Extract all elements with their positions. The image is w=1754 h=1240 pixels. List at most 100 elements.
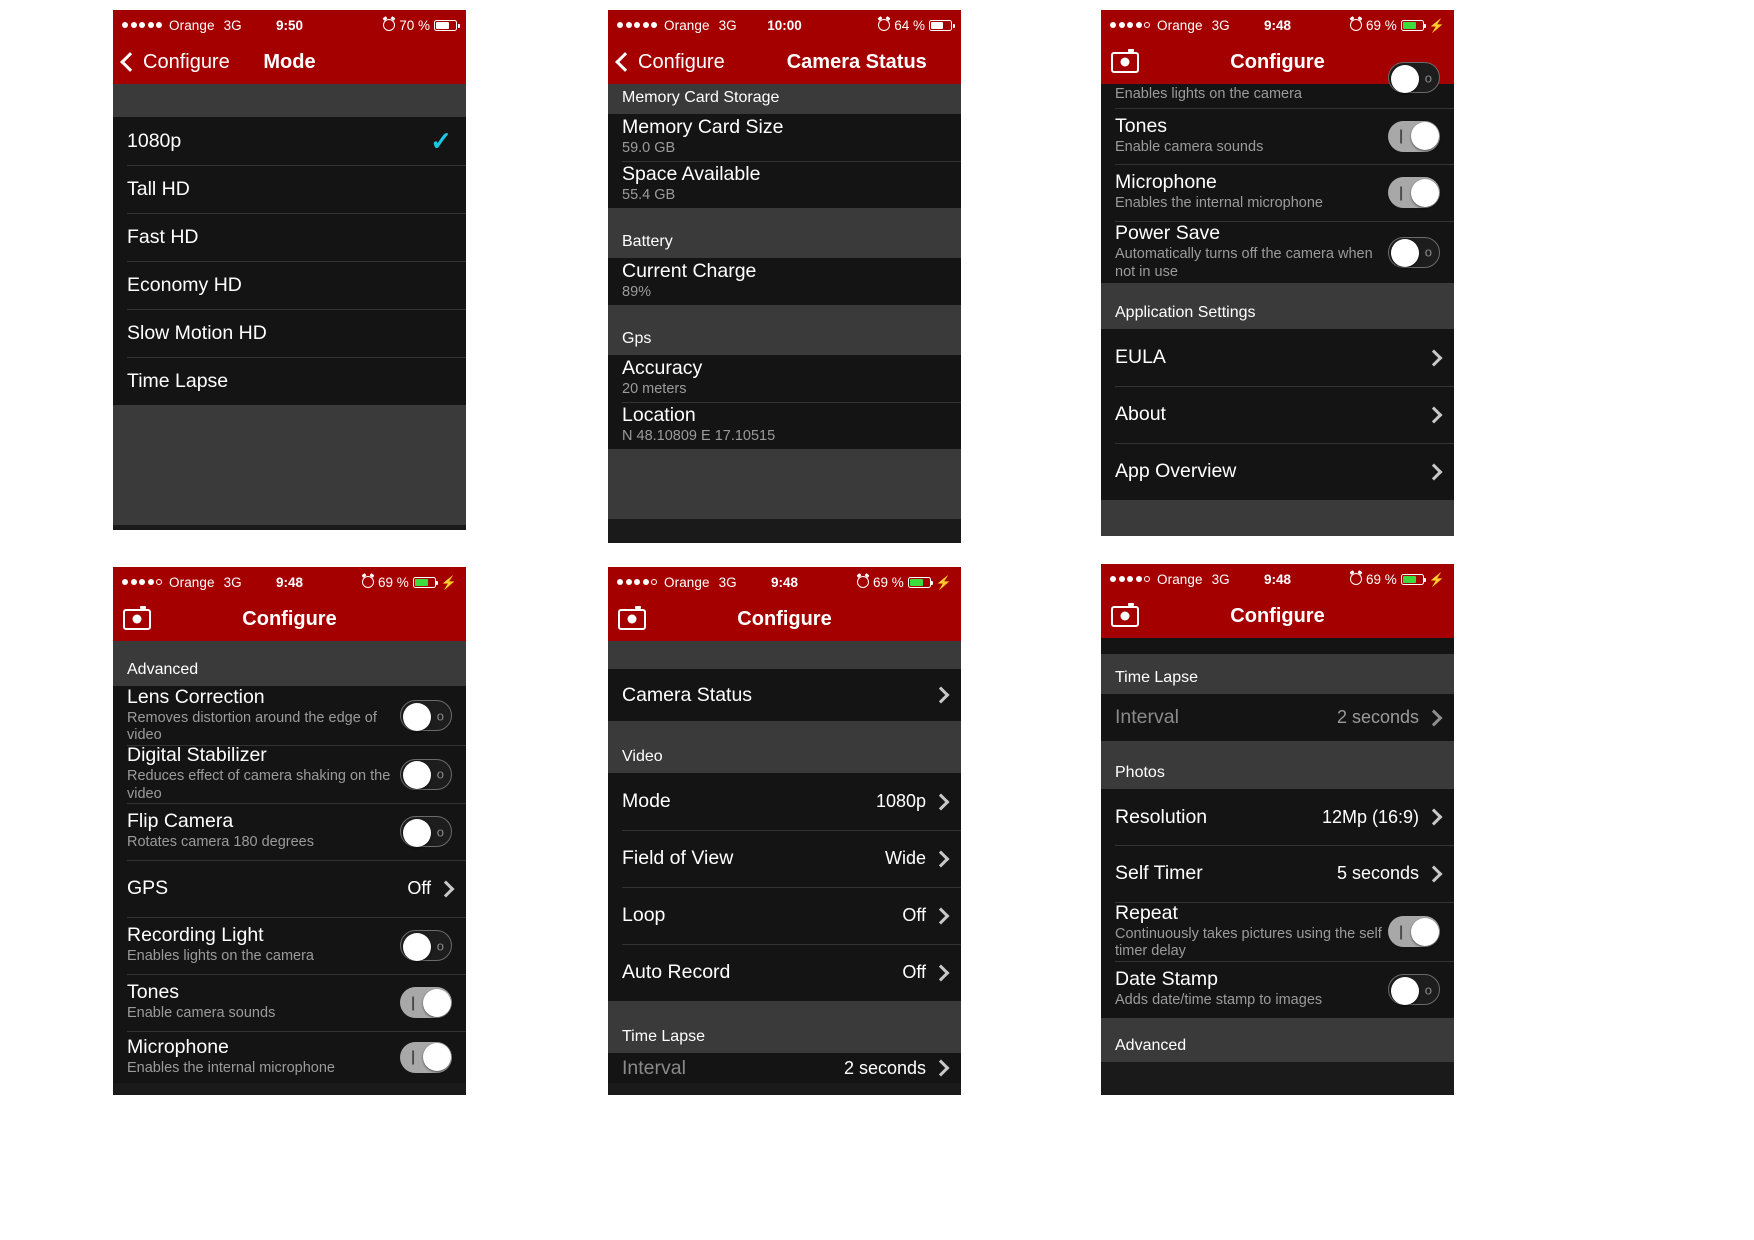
list-item[interactable]: Auto Record Off [608, 944, 961, 1001]
setting-title: Interval [1115, 706, 1179, 728]
list-top-gap [1101, 638, 1454, 654]
list-item[interactable]: Self Timer 5 seconds [1101, 845, 1454, 902]
toggle-recording-light[interactable]: o [1388, 62, 1440, 93]
chevron-right-icon [1425, 349, 1443, 366]
toggle-date-stamp[interactable]: o [1388, 974, 1440, 1005]
list-top-gap [113, 84, 466, 117]
back-button[interactable]: Configure [120, 51, 230, 74]
list-item[interactable]: Digital Stabilizer Reduces effect of cam… [113, 745, 466, 803]
setting-description: Enables the internal microphone [127, 1059, 335, 1076]
nav-title: Configure [1230, 604, 1325, 627]
list-item[interactable]: Microphone Enables the internal micropho… [1101, 164, 1454, 221]
camera-icon[interactable] [1111, 48, 1139, 73]
section-header-video: Video [608, 721, 961, 773]
section-header-time-lapse: Time Lapse [1101, 654, 1454, 694]
chevron-right-icon [932, 1059, 950, 1077]
toggle-flip-camera[interactable]: o [400, 816, 452, 847]
battery-icon [434, 19, 460, 31]
info-item: Space Available 55.4 GB [622, 164, 947, 204]
setting-description: Enables lights on the camera [127, 948, 314, 965]
setting-value: Off [902, 962, 926, 982]
list-item[interactable]: Resolution 12Mp (16:9) [1101, 789, 1454, 845]
list-item[interactable]: Camera Status [608, 669, 961, 721]
list-item[interactable]: Microphone Enables the internal micropho… [113, 1031, 466, 1083]
list-item[interactable]: Loop Off [608, 887, 961, 944]
list-item[interactable]: Tones Enable camera sounds | [1101, 108, 1454, 164]
list-item[interactable]: Time Lapse [113, 357, 466, 405]
chevron-right-icon [932, 793, 950, 810]
list-item[interactable]: Tall HD [113, 165, 466, 213]
list-item[interactable]: Economy HD [113, 261, 466, 309]
chevron-right-icon [437, 880, 455, 897]
back-button[interactable]: Configure [615, 51, 725, 74]
setting-description: Removes distortion around the edge of vi… [127, 709, 377, 744]
battery-icon [412, 576, 439, 588]
status-bar: Orange 3G 9:48 69 % ⚡ [113, 567, 466, 597]
status-bar-left: Orange 3G [1110, 572, 1230, 587]
status-bar: Orange 3G 10:00 64 % [608, 10, 961, 40]
chevron-right-icon [932, 686, 950, 704]
list-item[interactable]: Recording Light Enables lights on the ca… [113, 917, 466, 974]
setting-title: Resolution [1115, 805, 1208, 828]
camera-icon[interactable] [123, 605, 151, 630]
nav-bar: Configure [113, 597, 466, 641]
chevron-right-icon [1425, 865, 1443, 882]
toggle-repeat[interactable]: | [1388, 916, 1440, 947]
section-header-photos: Photos [1101, 741, 1454, 789]
list-item[interactable]: Repeat Continuously takes pictures using… [1101, 902, 1454, 961]
toggle-lens-correction[interactable]: o [400, 700, 452, 731]
list-item-disabled[interactable]: Interval 2 seconds [1101, 694, 1454, 741]
status-bar-right: 70 % [383, 18, 460, 33]
status-bar-left: Orange 3G [122, 18, 242, 33]
charging-bolt-icon: ⚡ [935, 574, 952, 590]
info-item: Accuracy 20 meters [622, 358, 947, 398]
setting-item: Tones Enable camera sounds [1115, 115, 1388, 156]
toggle-digital-stabilizer[interactable]: o [400, 758, 452, 790]
setting-description: Automatically turns off the camera when … [1115, 246, 1373, 280]
list-item[interactable]: Lens Correction Removes distortion aroun… [113, 686, 466, 745]
list-item[interactable]: Date Stamp Adds date/time stamp to image… [1101, 961, 1454, 1018]
section-header-application-settings: Application Settings [1101, 283, 1454, 329]
toggle-power-save[interactable]: o [1388, 236, 1440, 268]
list-item[interactable]: Flip Camera Rotates camera 180 degrees o [113, 803, 466, 860]
toggle-microphone[interactable]: | [1388, 177, 1440, 208]
link-label: About [1115, 403, 1166, 425]
camera-icon[interactable] [618, 605, 646, 630]
list-item-partial[interactable]: Enables lights on the camera o [1101, 62, 1454, 108]
setting-title: Flip Camera [127, 810, 234, 833]
setting-title: Digital Stabilizer [127, 744, 267, 767]
list-item[interactable]: Slow Motion HD [113, 309, 466, 357]
list-bottom-filler [608, 449, 961, 519]
list-top-gap [608, 641, 961, 669]
toggle-microphone[interactable]: | [400, 1041, 452, 1073]
setting-description: Enable camera sounds [127, 1005, 276, 1022]
camera-icon[interactable] [1111, 602, 1139, 627]
checkmark-icon: ✓ [430, 126, 452, 156]
toggle-tones[interactable]: | [1388, 120, 1440, 152]
list-item[interactable]: About [1101, 386, 1454, 443]
list-item[interactable]: Fast HD [113, 213, 466, 261]
list-item[interactable]: App Overview [1101, 443, 1454, 500]
carrier-label: Orange [1157, 17, 1203, 33]
list-item[interactable]: GPS Off [113, 860, 466, 917]
list-item[interactable]: EULA [1101, 329, 1454, 386]
list-item[interactable]: 1080p ✓ [113, 117, 466, 165]
list-item[interactable]: Mode 1080p [608, 773, 961, 830]
status-bar-right: 69 % ⚡ [1350, 18, 1445, 33]
panel-mode: Orange 3G 9:50 70 % Configure Mode 1080p… [113, 10, 466, 530]
list-item[interactable]: Power Save Automatically turns off the c… [1101, 221, 1454, 283]
list-item-cutoff[interactable]: Interval 2 seconds [608, 1053, 961, 1083]
toggle-tones[interactable]: | [400, 987, 452, 1018]
setting-title: Interval [622, 1056, 686, 1079]
setting-title: Power Save [1115, 222, 1221, 245]
list-body: Enables lights on the camera o Tones Ena… [1101, 62, 1454, 536]
list-body: Advanced Lens Correction Removes distort… [113, 641, 466, 1083]
carrier-label: Orange [169, 17, 215, 33]
battery-icon [929, 19, 955, 31]
info-value: N 48.10809 E 17.10515 [622, 428, 776, 445]
toggle-recording-light[interactable]: o [400, 930, 452, 961]
nav-bar: Configure [608, 597, 961, 641]
list-item[interactable]: Tones Enable camera sounds | [113, 974, 466, 1031]
alarm-icon [362, 576, 375, 588]
list-item[interactable]: Field of View Wide [608, 830, 961, 887]
